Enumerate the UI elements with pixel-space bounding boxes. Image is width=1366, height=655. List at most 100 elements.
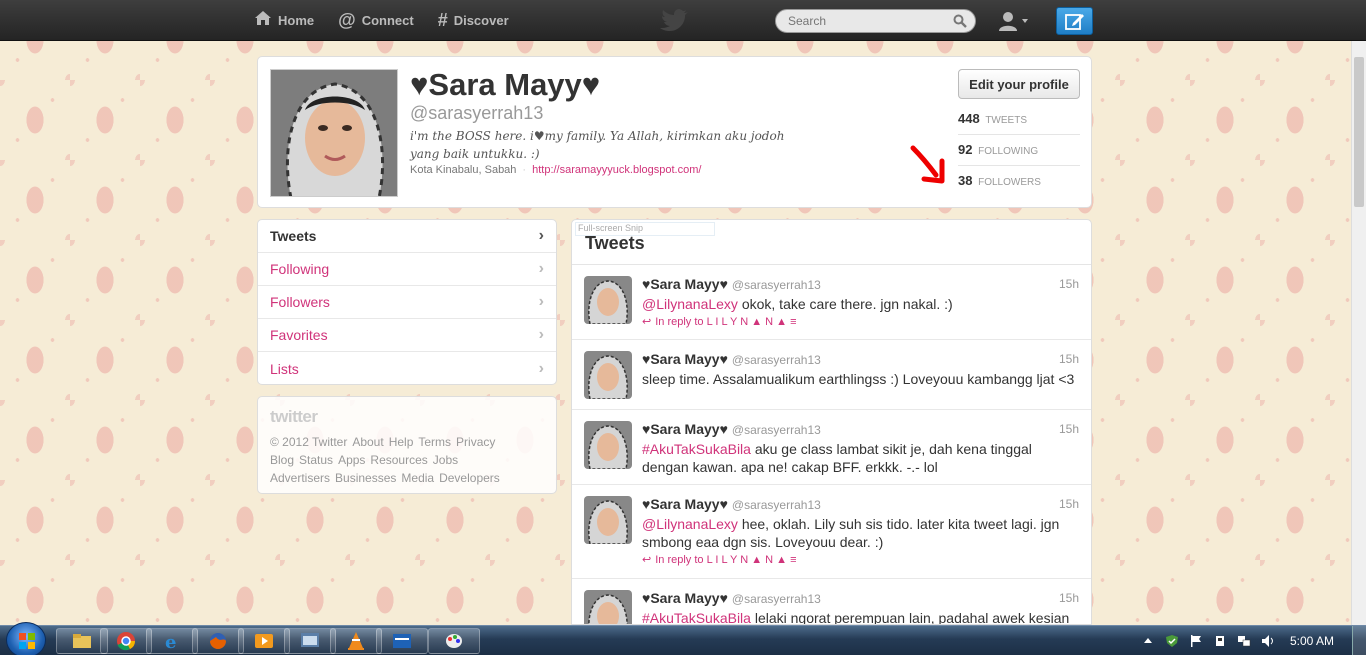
footer-link[interactable]: Businesses	[335, 471, 396, 485]
tweet-author-name[interactable]: ♥Sara Mayy♥	[642, 421, 728, 437]
tweet-author-name[interactable]: ♥Sara Mayy♥	[642, 351, 728, 367]
in-reply-to-link[interactable]: ↩ In reply to L I L Y N ▲ N ▲ ≡	[642, 553, 1079, 566]
taskbar-firefox[interactable]	[192, 628, 244, 654]
stat-following[interactable]: 92 FOLLOWING	[958, 135, 1080, 166]
tweet-item[interactable]: ♥Sara Mayy♥ @sarasyerrah13 15h #AkuTakSuk…	[572, 410, 1091, 485]
tweet-author-handle[interactable]: @sarasyerrah13	[732, 353, 821, 367]
tweet-avatar[interactable]	[584, 421, 632, 469]
show-desktop-button[interactable]	[1352, 626, 1366, 655]
stat-tweets[interactable]: 448 TWEETS	[958, 104, 1080, 135]
side-nav-favorites[interactable]: Favorites ›	[258, 319, 556, 352]
tweet-author-name[interactable]: ♥Sara Mayy♥	[642, 496, 728, 512]
footer-link[interactable]: Jobs	[433, 453, 458, 467]
footer-link[interactable]: Help	[389, 435, 414, 449]
side-nav-followers[interactable]: Followers ›	[258, 286, 556, 319]
stat-followers[interactable]: 38 FOLLOWERS	[958, 166, 1080, 197]
tweet-item[interactable]: ♥Sara Mayy♥ @sarasyerrah13 15h #AkuTakSuk…	[572, 579, 1091, 625]
nav-discover[interactable]: # Discover	[438, 0, 509, 41]
footer-link[interactable]: Advertisers	[270, 471, 330, 485]
device-icon[interactable]	[1213, 634, 1227, 648]
tweet-item[interactable]: ♥Sara Mayy♥ @sarasyerrah13 15h sleep time…	[572, 340, 1091, 410]
page-scrollbar[interactable]	[1351, 41, 1366, 625]
stat-tweets-value: 448	[958, 111, 980, 126]
profile-stats: 448 TWEETS 92 FOLLOWING 38 FOLLOWERS	[958, 104, 1080, 197]
stat-tweets-label: TWEETS	[985, 115, 1027, 126]
profile-name: ♥Sara Mayy♥	[410, 67, 601, 102]
tweet-avatar[interactable]	[584, 496, 632, 544]
footer-link: © 2012 Twitter	[270, 435, 348, 449]
tweet-author-handle[interactable]: @sarasyerrah13	[732, 498, 821, 512]
footer-link[interactable]: Media	[401, 471, 434, 485]
edit-profile-button[interactable]: Edit your profile	[958, 69, 1080, 99]
tweet-mention-link[interactable]: @LilynanaLexy	[642, 516, 738, 532]
side-nav-lists[interactable]: Lists ›	[258, 352, 556, 384]
twitter-bird-icon[interactable]	[660, 9, 690, 34]
side-nav-favorites-label: Favorites	[270, 327, 328, 343]
search-icon[interactable]	[953, 14, 967, 31]
security-shield-icon[interactable]	[1165, 634, 1179, 648]
start-button[interactable]	[6, 622, 46, 655]
footer-link[interactable]: Terms	[418, 435, 451, 449]
profile-bio: i'm the BOSS here. i♥my family. Ya Allah…	[410, 129, 785, 161]
scrollbar-thumb[interactable]	[1354, 57, 1364, 207]
volume-icon[interactable]	[1261, 634, 1275, 648]
footer-link[interactable]: Blog	[270, 453, 294, 467]
footer-link[interactable]: About	[352, 435, 383, 449]
taskbar-app-window[interactable]	[284, 628, 336, 654]
tweet-avatar[interactable]	[584, 276, 632, 324]
tweet-stream: Full-screen Snip Tweets ♥Sara Mayy♥ @sara…	[571, 219, 1092, 625]
system-clock[interactable]: 5:00 AM	[1290, 634, 1334, 648]
chevron-right-icon: ›	[538, 293, 544, 310]
footer-link[interactable]: Status	[299, 453, 333, 467]
profile-avatar[interactable]	[270, 69, 398, 197]
tweet-hashtag-link[interactable]: #AkuTakSukaBila	[642, 441, 751, 457]
tweet-timestamp[interactable]: 15h	[1059, 497, 1079, 511]
tweet-author-handle[interactable]: @sarasyerrah13	[732, 592, 821, 606]
taskbar-vlc[interactable]	[330, 628, 382, 654]
tweet-item[interactable]: ♥Sara Mayy♥ @sarasyerrah13 15h @LilynanaL…	[572, 485, 1091, 579]
tweet-timestamp[interactable]: 15h	[1059, 591, 1079, 605]
in-reply-to-link[interactable]: ↩ In reply to L I L Y N ▲ N ▲ ≡	[642, 315, 1079, 328]
tweet-timestamp[interactable]: 15h	[1059, 352, 1079, 366]
tweet-text: sleep time. Assalamualikum earthlingss :…	[642, 370, 1079, 388]
tweet-avatar[interactable]	[584, 590, 632, 624]
windows-taskbar: e 5:00 AM	[0, 622, 1366, 655]
compose-tweet-button[interactable]	[1056, 7, 1093, 35]
tweet-avatar[interactable]	[584, 351, 632, 399]
taskbar-media-player[interactable]	[238, 628, 290, 654]
footer-link[interactable]: Developers	[439, 471, 500, 485]
profile-url-link[interactable]: http://saramayyyuck.blogspot.com/	[532, 164, 701, 176]
side-nav-tweets[interactable]: Tweets ›	[258, 220, 556, 253]
tweet-author-name[interactable]: ♥Sara Mayy♥	[642, 276, 728, 292]
footer-link[interactable]: Apps	[338, 453, 365, 467]
action-center-flag-icon[interactable]	[1189, 634, 1203, 648]
tweet-timestamp[interactable]: 15h	[1059, 277, 1079, 291]
profile-location-row: Kota Kinabalu, Sabah · http://saramayyyuck…	[410, 164, 701, 176]
tweet-item[interactable]: ♥Sara Mayy♥ @sarasyerrah13 15h @LilynanaL…	[572, 265, 1091, 340]
tweet-text: #AkuTakSukaBila lelaki ngorat perempuan …	[642, 609, 1079, 625]
in-reply-to-label: In reply to L I L Y N ▲ N ▲ ≡	[655, 316, 797, 328]
tweet-author-handle[interactable]: @sarasyerrah13	[732, 423, 821, 437]
side-nav-following[interactable]: Following ›	[258, 253, 556, 286]
footer-link[interactable]: Privacy	[456, 435, 495, 449]
taskbar-chrome[interactable]	[100, 628, 152, 654]
nav-home[interactable]: Home	[254, 0, 314, 41]
account-menu[interactable]	[997, 9, 1037, 33]
tweet-body: lelaki ngorat perempuan lain, padahal aw…	[750, 610, 1070, 625]
profile-handle: @sarasyerrah13	[410, 103, 544, 123]
tweet-mention-link[interactable]: @LilynanaLexy	[642, 296, 738, 312]
footer-link[interactable]: Resources	[370, 453, 427, 467]
tweet-hashtag-link[interactable]: #AkuTakSukaBila	[642, 610, 751, 624]
folder-icon	[73, 634, 91, 648]
taskbar-paint[interactable]	[428, 628, 480, 654]
nav-connect[interactable]: @ Connect	[338, 0, 414, 41]
search-input[interactable]	[776, 10, 946, 32]
in-reply-to-label: In reply to L I L Y N ▲ N ▲ ≡	[655, 554, 797, 566]
tweet-timestamp[interactable]: 15h	[1059, 422, 1079, 436]
network-icon[interactable]	[1237, 634, 1251, 648]
tweet-author-handle[interactable]: @sarasyerrah13	[732, 278, 821, 292]
taskbar-ie[interactable]: e	[146, 628, 198, 654]
taskbar-app-blue[interactable]	[376, 628, 428, 654]
tweet-author-name[interactable]: ♥Sara Mayy♥	[642, 590, 728, 606]
show-hidden-icons-icon[interactable]	[1141, 634, 1155, 648]
